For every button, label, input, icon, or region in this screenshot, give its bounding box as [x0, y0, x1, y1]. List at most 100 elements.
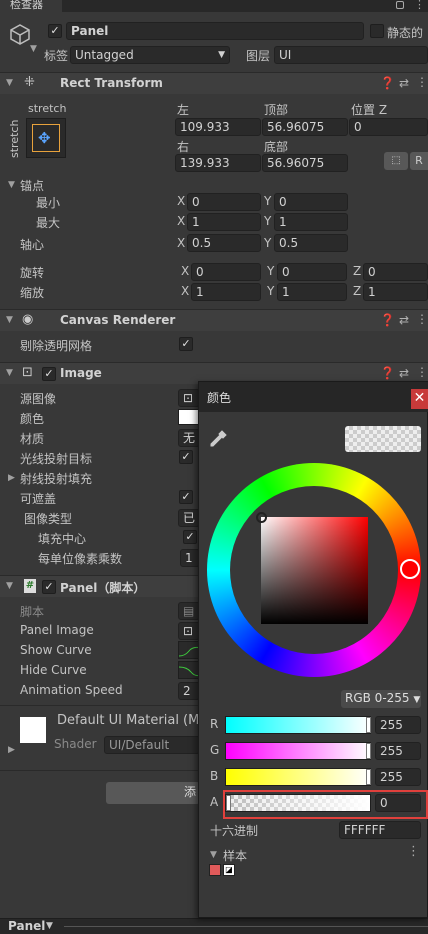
show-curve-field[interactable] [178, 641, 202, 659]
left-field[interactable]: 109.933 [175, 118, 261, 136]
max-x-field[interactable]: 1 [187, 213, 261, 231]
sv-cursor[interactable] [256, 512, 267, 523]
top-field[interactable]: 56.96075 [262, 118, 348, 136]
pivot-y-field[interactable]: 0.5 [274, 234, 348, 252]
footer-label[interactable]: Panel [8, 919, 45, 933]
preset-icon[interactable]: ⇄ [399, 313, 409, 327]
add-component-button[interactable]: 添 [106, 782, 200, 804]
b-field[interactable]: 255 [375, 768, 421, 786]
layer-dropdown[interactable]: UI [274, 46, 428, 64]
min-x-field[interactable]: 0 [187, 193, 261, 211]
mode-dropdown[interactable]: RGB 0-255 ▼ [341, 690, 421, 708]
rot-y-field[interactable]: 0 [277, 263, 347, 281]
max-y-label: Y [264, 214, 272, 228]
help-icon[interactable]: ❓ [380, 313, 395, 327]
rot-z-field[interactable]: 0 [363, 263, 428, 281]
g-slider-handle[interactable] [366, 743, 371, 759]
hue-cursor[interactable] [400, 559, 420, 579]
rect-transform-header[interactable]: ▼ ⁜ Rect Transform ❓ ⇄ ⋮ [0, 72, 428, 94]
menu-icon[interactable]: ⋮ [416, 75, 428, 89]
bottom-field[interactable]: 56.96075 [262, 154, 348, 172]
raycast-padding-expand-icon[interactable]: ▶ [8, 473, 15, 483]
raycast-padding-label: 射线投射填充 [20, 472, 93, 486]
menu-icon[interactable]: ⋮ [416, 312, 428, 326]
rotation-label: 旋转 [20, 266, 45, 280]
scale-x-field[interactable]: 1 [191, 283, 261, 301]
material-expand-icon[interactable]: ▶ [8, 745, 15, 755]
r-slider[interactable] [225, 716, 371, 734]
object-name-field[interactable]: Panel [66, 22, 364, 40]
canvas-renderer-title: Canvas Renderer [60, 313, 176, 327]
add-swatch-button[interactable]: ◪ [223, 864, 235, 876]
swatch-red[interactable] [209, 864, 221, 876]
menu-icon[interactable]: ⋮ [416, 365, 428, 379]
image-enabled-checkbox[interactable]: ✓ [42, 367, 56, 381]
r-field[interactable]: 255 [375, 716, 421, 734]
close-icon[interactable]: ✕ [411, 389, 428, 409]
kebab-icon[interactable]: ⋮ [414, 0, 425, 11]
anim-speed-field[interactable]: 2 [178, 682, 200, 700]
source-image-field[interactable]: ⊡ [178, 389, 200, 407]
pos-z-field[interactable]: 0 [349, 118, 428, 136]
rot-y-label: Y [267, 264, 275, 278]
pivot-y-label: Y [264, 236, 272, 250]
g-field[interactable]: 255 [375, 742, 421, 760]
help-icon[interactable]: ❓ [380, 366, 395, 380]
anchor-preset-button[interactable]: ✥ [26, 118, 66, 158]
inspector-tab[interactable]: 检查器 [0, 0, 62, 12]
active-checkbox[interactable]: ✓ [48, 24, 62, 38]
panel-image-field[interactable]: ⊡ [178, 622, 200, 640]
canvas-renderer-header[interactable]: ▼ ◉ Canvas Renderer ❓ ⇄ ⋮ [0, 309, 428, 331]
hide-curve-label: Hide Curve [20, 663, 87, 677]
swatches-expand-icon[interactable]: ▼ [210, 850, 217, 860]
b-slider[interactable] [225, 768, 371, 786]
static-checkbox[interactable] [370, 24, 384, 38]
rot-x-field[interactable]: 0 [191, 263, 261, 281]
preset-icon[interactable]: ⇄ [399, 366, 409, 380]
shader-label: Shader [54, 737, 97, 751]
hex-field[interactable]: FFFFFF [339, 821, 421, 839]
anchors-expand-icon[interactable]: ▼ [8, 180, 15, 190]
blueprint-button[interactable]: ⬚ [384, 152, 408, 170]
raycast-target-checkbox[interactable]: ✓ [179, 450, 193, 464]
object-dropdown-arrow[interactable]: ▼ [30, 44, 37, 54]
raw-edit-button[interactable]: R [410, 152, 428, 170]
pivot-x-field[interactable]: 0.5 [187, 234, 261, 252]
picker-title: 颜色 [207, 391, 232, 405]
picker-titlebar [199, 382, 428, 412]
panel-enabled-checkbox[interactable]: ✓ [42, 580, 56, 594]
hide-curve-field[interactable] [178, 661, 202, 679]
ppu-field[interactable]: 1 [180, 549, 200, 567]
fill-center-checkbox[interactable]: ✓ [183, 530, 197, 544]
b-slider-handle[interactable] [366, 769, 371, 785]
cube-icon [8, 22, 32, 46]
fill-center-label: 填充中心 [38, 532, 87, 546]
swatches-menu-icon[interactable]: ⋮ [407, 844, 420, 859]
sv-square[interactable] [261, 517, 368, 624]
rot-z-label: Z [353, 264, 362, 278]
script-icon: # [24, 579, 36, 593]
scale-y-field[interactable]: 1 [277, 283, 347, 301]
r-label: R [210, 717, 219, 731]
max-y-field[interactable]: 1 [274, 213, 348, 231]
maskable-checkbox[interactable]: ✓ [179, 490, 193, 504]
r-slider-handle[interactable] [366, 717, 371, 733]
lock-icon[interactable] [396, 1, 404, 9]
color-swatch[interactable] [178, 409, 200, 425]
scale-z-field[interactable]: 1 [363, 283, 428, 301]
cull-checkbox[interactable]: ✓ [179, 337, 193, 351]
tag-dropdown[interactable]: Untagged ▼ [70, 46, 230, 64]
eyedropper-icon[interactable] [207, 428, 229, 450]
g-slider[interactable] [225, 742, 371, 760]
image-type-dropdown[interactable]: 已 [178, 509, 200, 527]
shader-dropdown[interactable]: UI/Default [104, 736, 200, 754]
preset-icon[interactable]: ⇄ [399, 76, 409, 90]
scale-label: 缩放 [20, 286, 45, 300]
raycast-target-label: 光线投射目标 [20, 452, 93, 466]
material-field[interactable]: 无 [178, 429, 200, 447]
min-y-field[interactable]: 0 [274, 193, 348, 211]
right-field[interactable]: 139.933 [175, 154, 261, 172]
help-icon[interactable]: ❓ [380, 76, 395, 90]
footer-dropdown-icon[interactable]: ▼ [46, 921, 53, 931]
cull-label: 剔除透明网格 [20, 339, 93, 353]
